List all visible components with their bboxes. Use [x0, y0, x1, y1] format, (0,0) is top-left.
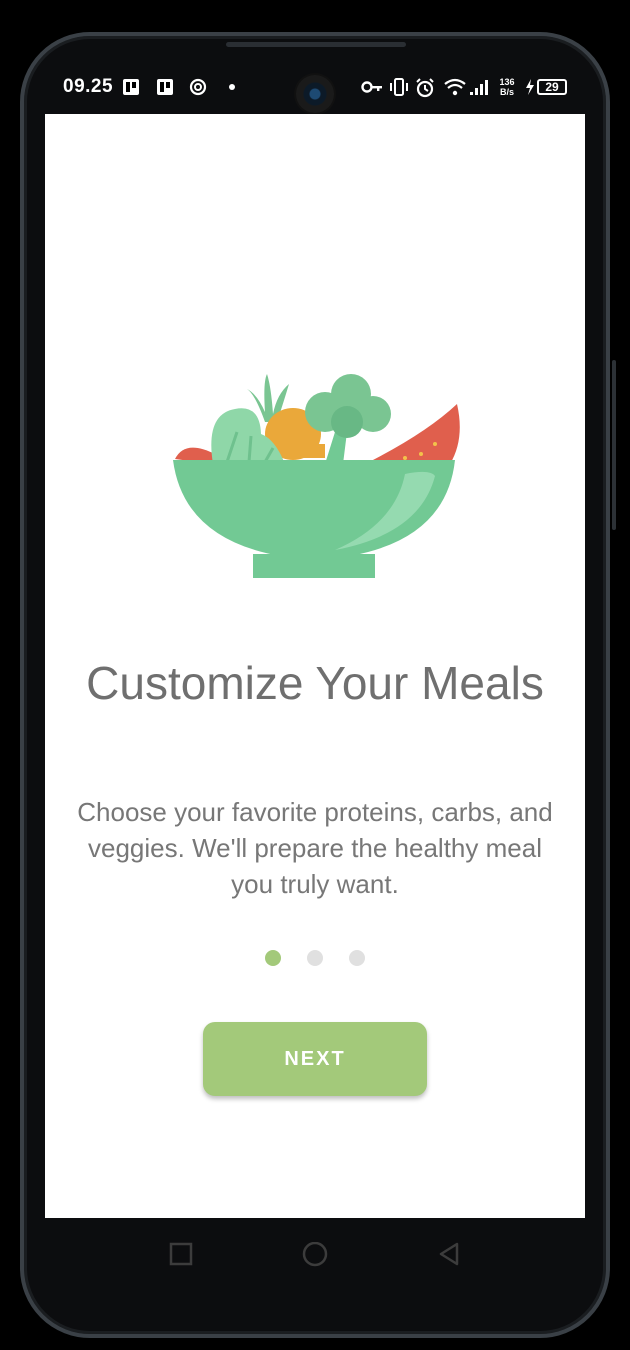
signal-icon	[469, 78, 491, 96]
page-dot-2[interactable]	[307, 950, 323, 966]
wifi-icon	[443, 78, 467, 96]
sync-icon	[188, 78, 208, 96]
dot-icon	[228, 78, 236, 96]
back-triangle-icon[interactable]	[437, 1242, 461, 1269]
app-notification-icon	[156, 78, 174, 96]
speaker-grille	[226, 42, 406, 47]
bowl-base	[253, 554, 375, 578]
status-time: 09.25	[63, 76, 114, 97]
page-dot-1[interactable]	[265, 950, 281, 966]
home-circle-icon[interactable]	[301, 1241, 329, 1273]
recents-square-icon[interactable]	[169, 1242, 193, 1269]
page-dot-3[interactable]	[349, 950, 365, 966]
vpn-key-icon	[361, 78, 383, 96]
battery-level: 29	[545, 80, 559, 94]
net-speed: 136 B/s	[497, 77, 517, 97]
charging-icon	[524, 78, 536, 96]
salad-bowl-illustration	[173, 374, 460, 578]
battery-icon: 29	[537, 79, 567, 95]
onboarding-title: Customize Your Meals	[86, 657, 544, 709]
front-camera	[296, 75, 334, 113]
net-speed-value: 136	[499, 77, 515, 87]
vibrate-icon	[388, 78, 410, 96]
alarm-icon	[415, 78, 435, 98]
onboarding-description: Choose your favorite proteins, carbs, an…	[77, 797, 553, 899]
next-button[interactable]: NEXT	[203, 1022, 427, 1096]
net-speed-unit: B/s	[499, 87, 514, 97]
app-notification-icon	[122, 78, 140, 96]
navigation-bar	[45, 1218, 585, 1290]
page-indicator	[45, 950, 585, 966]
side-button	[612, 360, 616, 530]
onboarding-screen: Customize Your Meals Choose your favorit…	[45, 114, 585, 1218]
